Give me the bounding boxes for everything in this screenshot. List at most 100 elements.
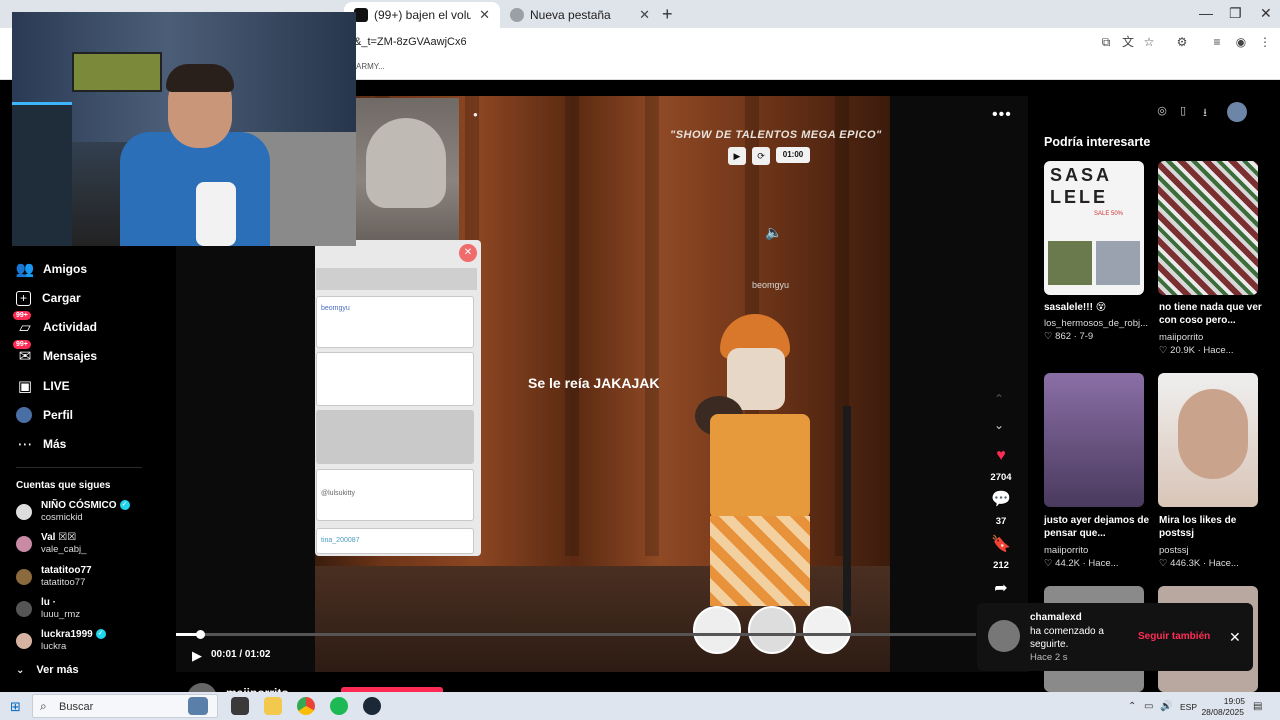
- windows-start-icon[interactable]: ⊞: [10, 699, 21, 715]
- followed-account[interactable]: lu · luuu_rmz: [16, 597, 80, 621]
- close-icon[interactable]: ✕: [1229, 629, 1241, 646]
- like-heart-icon[interactable]: ♥: [991, 447, 1011, 467]
- nav-mensajes[interactable]: ✉ 99+ Mensajes: [13, 340, 97, 366]
- language-indicator[interactable]: ESP: [1180, 702, 1197, 712]
- notification-avatar[interactable]: [988, 620, 1020, 652]
- suggested-thumbnail[interactable]: [1044, 373, 1144, 507]
- video-time: 00:01 / 01:02: [211, 649, 271, 660]
- share-icon[interactable]: ➦: [991, 578, 1011, 598]
- globe-icon: [510, 8, 524, 22]
- tab-active[interactable]: (99+) bajen el volumen JAKSJA ✕: [344, 2, 500, 28]
- chat-message: tina_200087: [316, 528, 474, 554]
- verified-icon: ✓: [119, 500, 130, 511]
- spotify-icon[interactable]: [330, 697, 348, 715]
- volume-icon[interactable]: 🔊: [1160, 701, 1172, 712]
- clock-date[interactable]: 28/08/2025: [1196, 707, 1244, 717]
- suggested-thumbnail[interactable]: [1158, 161, 1258, 295]
- avatar: [16, 633, 32, 649]
- media-control-icon[interactable]: ≡: [1210, 35, 1224, 49]
- address-bar[interactable]: &_t=ZM-8zGVAawjCx6: [354, 36, 467, 48]
- live-icon: ▣: [17, 378, 33, 395]
- nav-cargar[interactable]: + Cargar: [16, 288, 81, 308]
- tab-new-tab[interactable]: Nueva pestaña ✕: [500, 2, 660, 28]
- chevron-down-icon: ⌄: [16, 664, 25, 676]
- close-tab-icon[interactable]: ✕: [471, 7, 490, 23]
- profile-avatar[interactable]: [1227, 102, 1247, 122]
- following-section-title: Cuentas que sigues: [16, 480, 111, 491]
- chat-message: beomgyu: [316, 296, 474, 348]
- extensions-icon[interactable]: ⚙: [1175, 35, 1189, 49]
- minimize-icon[interactable]: —: [1199, 5, 1213, 21]
- tiktok-icon: [354, 8, 368, 22]
- suggested-title: Podría interesarte: [1044, 135, 1151, 149]
- nav-mas[interactable]: ⋯ Más: [16, 434, 67, 454]
- task-view-icon[interactable]: [231, 697, 249, 715]
- notification-message: ha comenzado a seguirte.: [1030, 626, 1104, 650]
- close-window-icon[interactable]: ✕: [1260, 5, 1272, 22]
- suggested-thumbnail[interactable]: SASA LELE SALE 50%: [1044, 161, 1144, 295]
- device-icon[interactable]: ▯: [1176, 104, 1190, 117]
- comment-icon[interactable]: 💬: [991, 489, 1011, 509]
- profile-avatar-icon: [16, 407, 32, 423]
- profile-icon[interactable]: ◉: [1234, 35, 1248, 49]
- next-video-icon[interactable]: ⌄: [994, 418, 1004, 432]
- avatar: [16, 601, 32, 617]
- followed-account[interactable]: tatatitoo77 tatatitoo77: [16, 565, 92, 589]
- streamer-webcam: [12, 12, 356, 246]
- character-torso: [710, 414, 810, 519]
- chrome-icon[interactable]: [297, 697, 315, 715]
- follow-back-button[interactable]: Seguir también: [1138, 631, 1210, 642]
- chat-message: [316, 352, 474, 406]
- video-caption: Se le reía JAKAJAK: [528, 375, 660, 391]
- file-explorer-icon[interactable]: [264, 697, 282, 715]
- notifications-icon[interactable]: ▤: [1253, 701, 1262, 712]
- replay-icon: ⟳: [752, 147, 770, 165]
- screen-cast-icon[interactable]: ⧉: [1099, 35, 1113, 49]
- mate-cup: [196, 182, 236, 246]
- suggested-thumbnail[interactable]: [1158, 373, 1258, 507]
- character-pants: [710, 516, 810, 606]
- like-count: 2704: [990, 472, 1012, 483]
- network-icon[interactable]: ▭: [1144, 701, 1153, 712]
- clock-time[interactable]: 19:05: [1207, 696, 1245, 706]
- new-tab-button[interactable]: +: [662, 4, 673, 25]
- tray-chevron-icon[interactable]: ⌃: [1128, 701, 1136, 712]
- nav-amigos[interactable]: 👥 Amigos: [16, 259, 87, 279]
- mic-stand: [843, 406, 851, 616]
- play-icon: ▶: [728, 147, 746, 165]
- bookmark-icon[interactable]: 🔖: [991, 534, 1011, 554]
- nav-actividad[interactable]: ▱ 99+ Actividad: [13, 311, 97, 337]
- progress-handle[interactable]: [196, 630, 205, 639]
- followed-account[interactable]: luckra1999 ✓ luckra: [16, 629, 106, 653]
- user-icon: ●: [473, 110, 478, 119]
- followed-account[interactable]: Val ☒☒ vale_cabj_: [16, 532, 86, 556]
- nav-perfil[interactable]: Perfil: [16, 405, 73, 425]
- bookmark-star-icon[interactable]: ☆: [1142, 35, 1156, 49]
- previous-video-icon[interactable]: ⌃: [994, 392, 1004, 406]
- download-icon[interactable]: ⭳: [1198, 104, 1212, 123]
- see-more-button[interactable]: ⌄ Ver más: [16, 664, 79, 676]
- embedded-webcam: [356, 98, 459, 263]
- verified-icon: ✓: [95, 629, 106, 640]
- viewer-avatar: [693, 606, 741, 654]
- menu-kebab-icon[interactable]: ⋮: [1258, 35, 1272, 49]
- play-pause-icon[interactable]: ▶: [192, 648, 202, 664]
- notification-username[interactable]: chamalexd: [1030, 612, 1082, 623]
- bookmark-item[interactable]: ARMY...: [356, 62, 385, 71]
- avatar: [16, 504, 32, 520]
- notification-badge: 99+: [13, 340, 31, 349]
- chat-message: @lulsukitty: [316, 469, 474, 521]
- steam-icon[interactable]: [363, 697, 381, 715]
- restore-icon[interactable]: ❐: [1229, 5, 1242, 22]
- close-tab-icon[interactable]: ✕: [631, 7, 650, 23]
- notification-badge: 99+: [13, 311, 31, 320]
- search-icon: ⌕: [40, 699, 47, 713]
- progress-track[interactable]: [176, 633, 976, 636]
- followed-account[interactable]: NIÑO CÓSMICO ✓ cosmickid: [16, 500, 130, 524]
- translate-icon[interactable]: 文: [1121, 35, 1135, 49]
- close-icon: ✕: [459, 244, 477, 262]
- activity-icon: ▱ 99+: [13, 311, 34, 336]
- activity-icon[interactable]: ◎: [1155, 104, 1169, 117]
- more-options-icon[interactable]: •••: [992, 106, 1012, 124]
- nav-live[interactable]: ▣ LIVE: [16, 376, 70, 396]
